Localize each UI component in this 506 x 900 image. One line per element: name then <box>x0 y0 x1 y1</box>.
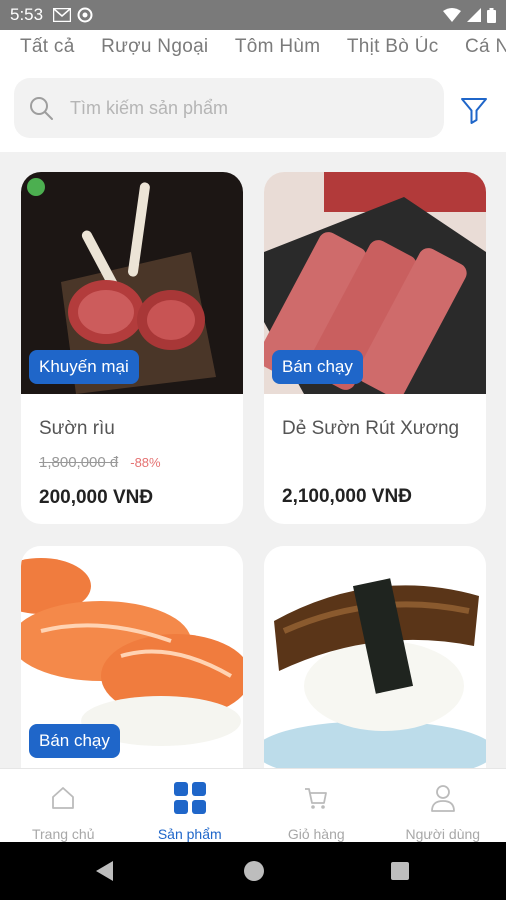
nav-user[interactable]: Người dùng <box>380 769 506 842</box>
product-price: 200,000 VNĐ <box>39 487 154 508</box>
tab-australian-beef[interactable]: Thịt Bò Úc <box>347 36 439 58</box>
category-tabs: Tất cả Rượu Ngoại Tôm Hùm Thịt Bò Úc Cá … <box>0 36 506 62</box>
signal-icon <box>467 8 481 22</box>
tab-lobster[interactable]: Tôm Hùm <box>235 36 321 58</box>
battery-icon <box>487 7 496 23</box>
search-bar[interactable] <box>14 78 444 138</box>
nav-products[interactable]: Sản phẩm <box>127 769 254 842</box>
wifi-icon <box>443 8 461 22</box>
status-time: 5:53 <box>10 5 44 24</box>
product-card[interactable]: Bán chạy <box>21 546 243 768</box>
user-icon <box>430 785 455 812</box>
cart-icon <box>305 788 328 809</box>
search-icon <box>30 97 53 120</box>
filter-icon[interactable] <box>458 94 490 126</box>
discount-percent: -88% <box>130 455 161 470</box>
home-button-icon[interactable] <box>244 861 264 881</box>
bestseller-badge: Bán chạy <box>29 724 120 758</box>
product-name: Dẻ Sườn Rút Xương <box>282 418 460 439</box>
promo-badge: Khuyến mại <box>29 350 139 384</box>
tab-imported-wine[interactable]: Rượu Ngoại <box>101 36 208 58</box>
product-card[interactable]: Khuyến mại Sườn rìu 1,800,000 đ -88% 200… <box>21 172 243 524</box>
product-image: Bán chạy <box>264 172 486 398</box>
search-input[interactable] <box>70 97 410 119</box>
recent-apps-icon[interactable] <box>391 862 409 880</box>
nav-cart[interactable]: Giỏ hàng <box>253 769 380 842</box>
gmail-icon <box>53 8 72 22</box>
original-price: 1,800,000 đ <box>39 454 119 471</box>
product-image: Bán chạy <box>21 546 243 768</box>
tab-all[interactable]: Tất cả <box>20 36 75 58</box>
sync-icon <box>77 7 93 23</box>
organic-badge-icon <box>27 178 45 196</box>
grid-icon <box>173 782 206 814</box>
product-image: Khuyến mại <box>21 172 243 394</box>
header: Tất cả Rượu Ngoại Tôm Hùm Thịt Bò Úc Cá … <box>0 30 506 152</box>
nav-user-label: Người dùng <box>405 826 481 842</box>
product-image <box>264 546 486 768</box>
bestseller-badge: Bán chạy <box>272 350 363 384</box>
product-price: 2,100,000 VNĐ <box>282 486 412 507</box>
product-card[interactable] <box>264 546 486 768</box>
tab-fish[interactable]: Cá N <box>465 36 506 58</box>
nav-home-label: Trang chủ <box>31 826 95 842</box>
back-icon[interactable] <box>96 861 114 881</box>
product-grid: Khuyến mại Sườn rìu 1,800,000 đ -88% 200… <box>0 152 506 768</box>
home-icon <box>52 787 75 809</box>
bottom-navigation: Trang chủ Sản phẩm Giỏ hàng Người dùng <box>0 768 506 842</box>
nav-products-label: Sản phẩm <box>157 826 222 842</box>
system-navigation-bar <box>0 842 506 900</box>
nav-cart-label: Giỏ hàng <box>287 826 345 842</box>
product-card[interactable]: Bán chạy Dẻ Sườn Rút Xương 2,100,000 VNĐ <box>264 172 486 524</box>
product-name: Sườn rìu <box>39 418 115 439</box>
nav-home[interactable]: Trang chủ <box>0 769 127 842</box>
status-bar: 5:53 <box>0 0 506 30</box>
